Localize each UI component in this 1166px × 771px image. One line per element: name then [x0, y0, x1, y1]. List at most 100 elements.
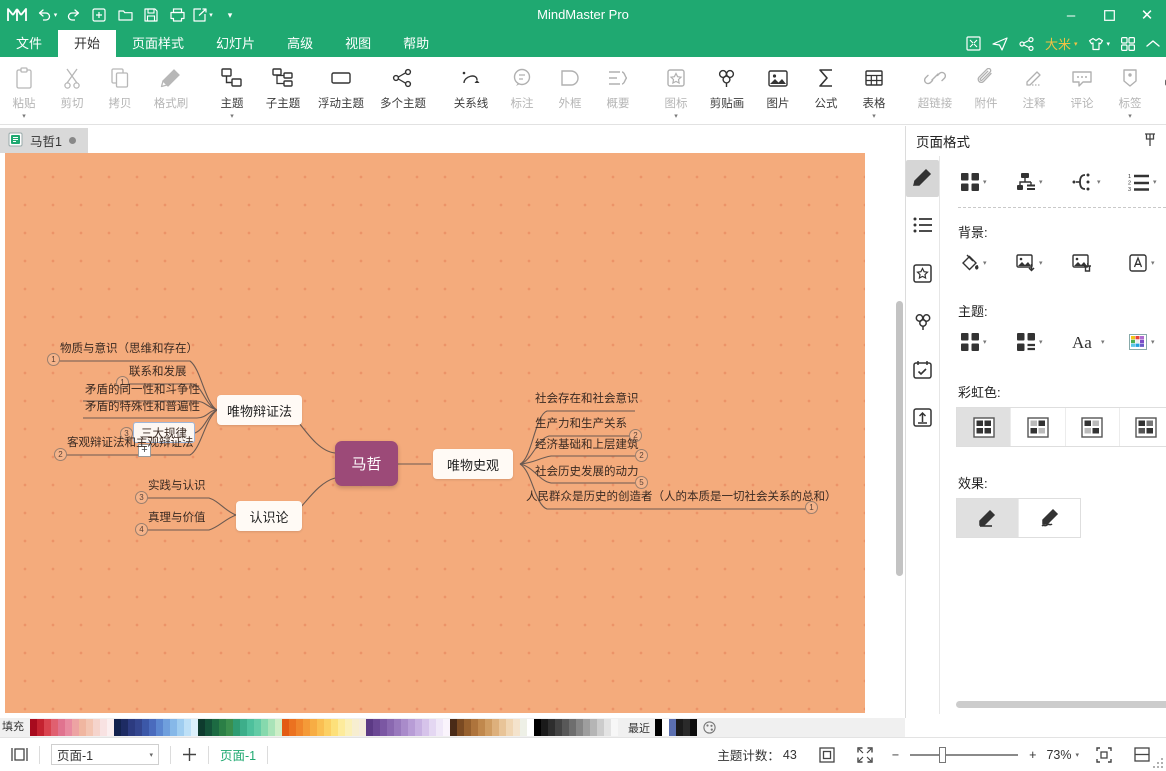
page-link[interactable]: 页面-1 — [209, 738, 267, 771]
color-swatch[interactable] — [72, 719, 79, 736]
color-swatch[interactable] — [520, 719, 527, 736]
clipart-button[interactable]: 剪贴画 — [700, 59, 754, 123]
color-swatch[interactable] — [282, 719, 289, 736]
color-swatch[interactable] — [555, 719, 562, 736]
rail-marker-button[interactable] — [906, 256, 939, 293]
color-swatch[interactable] — [268, 719, 275, 736]
menu-tab-file[interactable]: 文件 — [0, 30, 58, 57]
color-swatch[interactable] — [100, 719, 107, 736]
chevron-down-icon[interactable]: ▾ — [674, 113, 678, 120]
boundary-button[interactable]: 外框 — [546, 59, 594, 123]
background-image-delete-button[interactable] — [1068, 247, 1122, 279]
color-swatch[interactable] — [219, 719, 226, 736]
color-swatch[interactable] — [324, 719, 331, 736]
mindmap-leaf-node[interactable]: 矛盾的同一性和斗争性 — [85, 384, 200, 397]
document-tab[interactable]: 马哲1 — [0, 128, 88, 153]
redo-button[interactable] — [60, 0, 86, 30]
rail-export-button[interactable] — [906, 400, 939, 437]
color-swatch[interactable] — [534, 719, 541, 736]
color-swatch[interactable] — [261, 719, 268, 736]
layout-branch-button[interactable]: ▾ — [1068, 166, 1122, 198]
zoom-level[interactable]: 73% — [1042, 738, 1075, 771]
mindmap-root-node[interactable]: 马哲 — [335, 441, 398, 486]
chevron-down-icon[interactable]: ▾ — [1151, 338, 1155, 346]
chevron-down-icon[interactable]: ▾ — [983, 338, 987, 346]
color-swatch[interactable] — [177, 719, 184, 736]
color-swatch[interactable] — [611, 719, 618, 736]
color-swatch[interactable] — [86, 719, 93, 736]
color-swatch[interactable] — [562, 719, 569, 736]
color-swatch[interactable] — [317, 719, 324, 736]
color-swatch[interactable] — [198, 719, 205, 736]
color-swatch[interactable] — [492, 719, 499, 736]
rail-task-button[interactable] — [906, 352, 939, 389]
color-swatch[interactable] — [310, 719, 317, 736]
rail-page-format-button[interactable] — [906, 160, 939, 197]
grid-icon[interactable] — [1121, 36, 1135, 51]
layout-org-button[interactable]: ▾ — [1012, 166, 1066, 198]
mindmap-branch-node-3[interactable]: 唯物史观 — [433, 449, 513, 479]
color-swatch[interactable] — [590, 719, 597, 736]
share-icon[interactable] — [1019, 36, 1034, 51]
mindmap-leaf-node[interactable]: 人民群众是历史的创造者（人的本质是一切社会关系的总和） — [526, 491, 837, 504]
chevron-down-icon[interactable]: ▾ — [230, 113, 234, 120]
user-account[interactable]: 大米 ▾ — [1045, 34, 1078, 53]
color-swatch[interactable] — [338, 719, 345, 736]
pin-icon[interactable] — [1144, 132, 1156, 150]
rail-outline-button[interactable] — [906, 208, 939, 245]
recent-color-swatch[interactable] — [683, 719, 690, 736]
theme-grid-button[interactable]: ▾ — [956, 326, 1010, 358]
color-swatch[interactable] — [156, 719, 163, 736]
marker-button[interactable]: 图标 ▾ — [652, 59, 700, 123]
menu-tab-home[interactable]: 开始 — [58, 30, 117, 57]
color-swatch[interactable] — [583, 719, 590, 736]
color-swatch[interactable] — [226, 719, 233, 736]
color-swatch[interactable] — [331, 719, 338, 736]
rainbow-option-2[interactable] — [1011, 408, 1066, 446]
effect-straight-pen-button[interactable] — [957, 499, 1019, 537]
chevron-down-icon[interactable]: ▾ — [22, 113, 26, 120]
color-swatch[interactable] — [352, 719, 359, 736]
page-view-button[interactable] — [0, 738, 39, 771]
color-swatch[interactable] — [513, 719, 520, 736]
fit-page-button[interactable] — [808, 738, 846, 771]
theme-font-button[interactable]: Aa ▾ — [1068, 326, 1122, 358]
table-button[interactable]: 表格 ▾ — [850, 59, 898, 123]
color-swatch[interactable] — [275, 719, 282, 736]
color-swatch[interactable] — [233, 719, 240, 736]
menu-tab-help[interactable]: 帮助 — [387, 30, 445, 57]
color-swatch[interactable] — [499, 719, 506, 736]
color-swatch[interactable] — [422, 719, 429, 736]
color-swatch[interactable] — [128, 719, 135, 736]
color-swatch[interactable] — [415, 719, 422, 736]
color-swatch[interactable] — [478, 719, 485, 736]
color-swatch[interactable] — [303, 719, 310, 736]
background-fill-button[interactable]: ▾ — [956, 247, 1010, 279]
chevron-down-icon[interactable]: ▾ — [983, 259, 987, 267]
center-view-button[interactable] — [1085, 738, 1123, 771]
color-swatch[interactable] — [345, 719, 352, 736]
copy-button[interactable]: 拷贝 — [96, 59, 144, 123]
chevron-down-icon[interactable]: ▾ — [1039, 178, 1043, 186]
multi-topic-button[interactable]: 多个主题 — [372, 59, 434, 123]
color-swatch[interactable] — [471, 719, 478, 736]
color-swatch[interactable] — [114, 719, 121, 736]
color-swatch[interactable] — [394, 719, 401, 736]
mindmap-leaf-node[interactable]: 联系和发展 — [129, 366, 187, 379]
mindmap-leaf-node[interactable]: 矛盾的特殊性和普遍性 — [85, 401, 200, 414]
color-swatch[interactable] — [191, 719, 198, 736]
theme-icon[interactable]: ▾ — [1088, 37, 1110, 51]
effect-sketch-pen-button[interactable] — [1019, 499, 1080, 537]
color-swatch[interactable] — [121, 719, 128, 736]
note-button[interactable]: 注释 — [1010, 59, 1058, 123]
color-swatch[interactable] — [457, 719, 464, 736]
formula-button[interactable]: 公式 — [802, 59, 850, 123]
fullscreen-icon[interactable] — [966, 36, 981, 51]
color-swatch[interactable] — [408, 719, 415, 736]
watermark-button[interactable]: ▾ — [1124, 247, 1166, 279]
quick-access-more-button[interactable]: ▾ — [216, 0, 242, 30]
color-swatch[interactable] — [464, 719, 471, 736]
chevron-down-icon[interactable]: ▾ — [54, 11, 58, 19]
resize-grip[interactable] — [1152, 757, 1163, 768]
chevron-down-icon[interactable]: ▾ — [1039, 338, 1043, 346]
